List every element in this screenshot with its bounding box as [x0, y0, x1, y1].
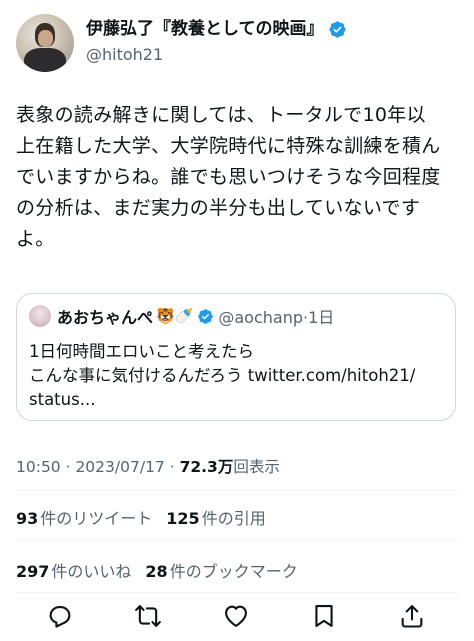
view-count: 72.3万: [179, 458, 234, 476]
retweets-count: 93: [16, 509, 39, 528]
likes-label: 件のいいね: [51, 562, 132, 581]
quoted-author-name: あおちゃんぺ: [57, 308, 154, 327]
retweets-stat[interactable]: 93 件のリツイート: [16, 509, 152, 528]
quoted-handle-time: @aochanp·1日: [218, 308, 335, 327]
reply-icon[interactable]: [46, 602, 74, 630]
quoted-author-name-emoji: 🐯🍼: [156, 307, 194, 325]
divider: [16, 490, 458, 491]
like-icon[interactable]: [222, 602, 250, 630]
tweet-timestamp[interactable]: 10:50 · 2023/07/17 ·: [16, 458, 180, 476]
author-display-name[interactable]: 伊藤弘了『教養としての映画』: [86, 18, 347, 40]
bookmarks-stat[interactable]: 28 件のブックマーク: [145, 562, 297, 581]
author-handle[interactable]: @hitoh21: [86, 44, 347, 66]
tweet-header: 伊藤弘了『教養としての映画』 @hitoh21: [16, 14, 458, 76]
verified-badge-icon: [328, 20, 346, 38]
quoted-author-avatar: [29, 305, 51, 327]
quoted-verified-badge-icon: [198, 308, 214, 324]
likes-stat[interactable]: 297 件のいいね: [16, 562, 131, 581]
stats-row-retweets: 93 件のリツイート 125 件の引用: [16, 505, 266, 529]
likes-count: 297: [16, 562, 50, 581]
quoted-tweet-card[interactable]: あおちゃんぺ 🐯🍼 @aochanp·1日 1日何時間エロいこと考えたら こんな…: [16, 293, 456, 421]
bookmarks-label: 件のブックマーク: [169, 562, 298, 581]
quotes-count: 125: [166, 509, 200, 528]
bookmarks-count: 28: [145, 562, 168, 581]
bookmark-icon[interactable]: [310, 602, 338, 630]
tweet-meta: 10:50 · 2023/07/17 · 72.3万回表示: [16, 455, 280, 477]
divider: [16, 540, 458, 541]
retweets-label: 件のリツイート: [40, 509, 153, 528]
quotes-stat[interactable]: 125 件の引用: [166, 509, 265, 528]
retweet-icon[interactable]: [134, 602, 162, 630]
stats-row-likes: 297 件のいいね 28 件のブックマーク: [16, 558, 298, 582]
quoted-tweet-header: あおちゃんぺ 🐯🍼 @aochanp·1日: [29, 304, 334, 328]
author-display-name-text[interactable]: 伊藤弘了『教養としての映画』: [86, 18, 324, 40]
action-bar: [0, 596, 474, 636]
author-avatar[interactable]: [16, 14, 74, 72]
quotes-label: 件の引用: [201, 509, 266, 528]
view-count-label: 回表示: [233, 458, 280, 476]
quoted-tweet-text: 1日何時間エロいこと考えたら こんな事に気付けるんだろう twitter.com…: [29, 342, 416, 409]
divider: [16, 592, 458, 593]
author-names: 伊藤弘了『教養としての映画』 @hitoh21: [86, 18, 347, 66]
share-icon[interactable]: [398, 602, 426, 630]
tweet-text: 表象の読み解きに関しては、トータルで10年以 上在籍した大学、大学院時代に特殊な…: [16, 104, 441, 250]
